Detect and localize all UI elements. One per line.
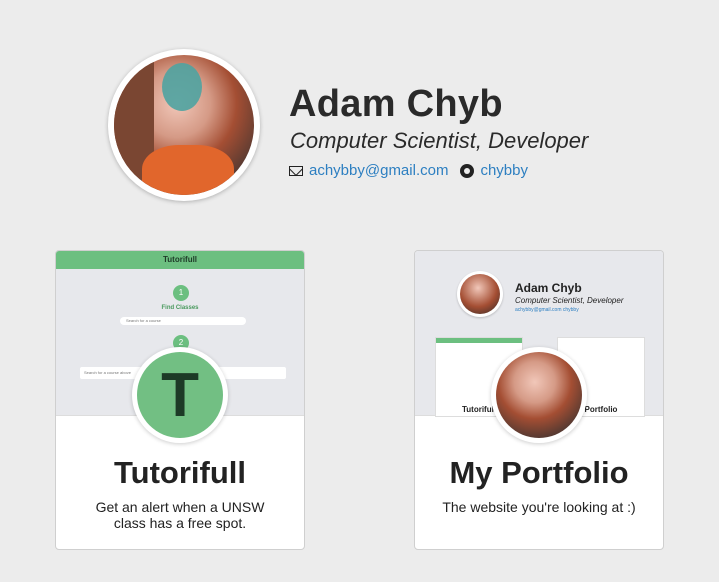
tutorifull-logo: T bbox=[132, 347, 228, 443]
portfolio-avatar-photo bbox=[496, 352, 582, 438]
profile-subtitle: Computer Scientist, Developer bbox=[290, 128, 589, 153]
card-title: Tutorifull bbox=[114, 455, 246, 490]
card-description: The website you're looking at :) bbox=[442, 499, 636, 515]
contact-links: achybby@gmail.com chybby bbox=[289, 162, 528, 179]
preview-step-label: Find Classes bbox=[161, 305, 199, 311]
project-card-portfolio[interactable]: Adam Chyb Computer Scientist, Developer … bbox=[414, 250, 664, 550]
preview-contacts: achybby@gmail.com chybby bbox=[515, 307, 579, 313]
email-link[interactable]: achybby@gmail.com bbox=[309, 162, 448, 179]
preview-step-1: 1 bbox=[173, 285, 189, 301]
github-icon bbox=[460, 163, 475, 178]
profile-photo bbox=[114, 55, 254, 195]
mail-icon bbox=[289, 165, 303, 176]
preview-name: Adam Chyb bbox=[515, 281, 582, 295]
logo-letter: T bbox=[137, 352, 223, 438]
preview-avatar bbox=[457, 271, 503, 317]
profile-avatar bbox=[108, 49, 260, 201]
preview-header: Tutorifull bbox=[56, 251, 304, 269]
github-link[interactable]: chybby bbox=[480, 162, 528, 179]
card-title: My Portfolio bbox=[449, 455, 629, 490]
profile-name: Adam Chyb bbox=[289, 83, 503, 125]
portfolio-avatar-badge bbox=[491, 347, 587, 443]
preview-search: Search for a course bbox=[120, 317, 246, 325]
card-description: Get an alert when a UNSW class has a fre… bbox=[95, 499, 265, 531]
project-card-tutorifull[interactable]: Tutorifull 1 Find Classes Search for a c… bbox=[55, 250, 305, 550]
preview-subtitle: Computer Scientist, Developer bbox=[515, 296, 624, 305]
